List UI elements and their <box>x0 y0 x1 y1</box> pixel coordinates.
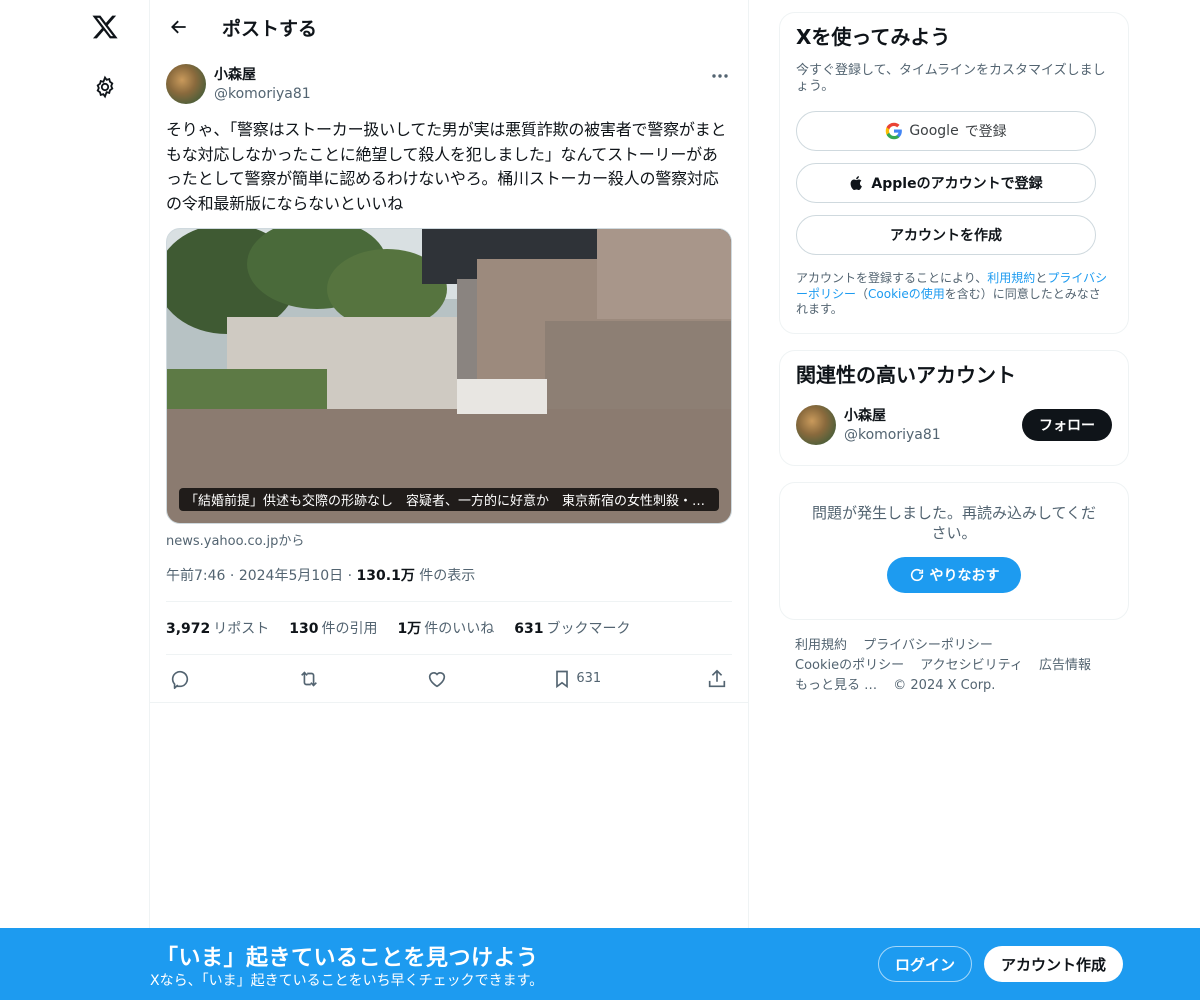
related-display-name[interactable]: 小森屋 <box>844 407 1022 425</box>
footer-link[interactable]: Cookieのポリシー <box>795 658 904 673</box>
login-button[interactable]: ログイン <box>878 946 972 982</box>
copyright: © 2024 X Corp. <box>893 678 996 693</box>
apple-signup-label: Appleのアカウントで登録 <box>871 176 1043 192</box>
bookmarks-count: 631 <box>514 621 544 637</box>
footer-link[interactable]: 利用規約 <box>795 638 847 653</box>
signup-card-title: Xを使ってみよう <box>796 25 951 49</box>
retry-label: やりなおす <box>929 568 1000 584</box>
post-text: そりゃ、「警察はストーカー扱いしてた男が実は悪質詐欺の被害者で警察がまともな対応… <box>166 120 727 213</box>
google-icon <box>886 122 903 140</box>
meta-separator: · <box>347 568 353 584</box>
quotes-stat[interactable]: 130 件の引用 <box>289 618 377 638</box>
follow-button[interactable]: フォロー <box>1022 409 1112 441</box>
terms-paren: （ <box>856 286 869 301</box>
footer-link-more[interactable]: もっと見る … <box>795 678 877 693</box>
footer-link[interactable]: プライバシーポリシー <box>863 638 993 653</box>
more-options-icon[interactable] <box>708 66 732 86</box>
likes-stat[interactable]: 1万 件のいいね <box>398 618 495 638</box>
likes-label: 件のいいね <box>424 621 495 637</box>
related-title: 関連性の高いアカウント <box>796 363 1016 387</box>
x-logo-icon[interactable] <box>88 10 122 44</box>
signup-button[interactable]: アカウント作成 <box>984 946 1123 982</box>
terms-and: と <box>1035 271 1048 285</box>
author-row: 小森屋 @komoriya81 <box>166 64 732 106</box>
banner-title: 「いま」起きていることを見つけよう <box>156 946 539 971</box>
views-label: 件の表示 <box>419 568 476 584</box>
right-sidebar: Xを使ってみよう 今すぐ登録して、タイムラインをカスタマイズしましょう。 Goo… <box>779 12 1129 696</box>
share-button[interactable] <box>706 668 728 690</box>
bookmark-icon <box>556 670 569 688</box>
action-bar: 631 <box>150 655 748 703</box>
bookmarks-label: ブックマーク <box>546 621 631 637</box>
cookie-link[interactable]: Cookieの使用 <box>868 287 945 301</box>
reposts-count: 3,972 <box>166 621 211 637</box>
signup-card-subtitle: 今すぐ登録して、タイムラインをカスタマイズしましょう。 <box>796 63 1106 94</box>
post-date[interactable]: 2024年5月10日 <box>239 568 343 584</box>
source-link[interactable]: news.yahoo.co.jpから <box>166 530 732 549</box>
avatar[interactable] <box>166 64 206 104</box>
reposts-label: リポスト <box>213 621 270 637</box>
post-meta: 午前7:46 · 2024年5月10日 · 130.1万 件の表示 <box>166 565 732 602</box>
bookmark-button[interactable]: 631 <box>552 668 601 690</box>
login-banner: 「いま」起きていることを見つけよう Xなら、「いま」起きていることをいち早くチェ… <box>0 928 1200 1000</box>
post-stats: 3,972 リポスト 130 件の引用 1万 件のいいね 631 ブックマーク <box>166 602 732 655</box>
refresh-icon <box>910 568 923 582</box>
footer-links: 利用規約 プライバシーポリシー Cookieのポリシー アクセシビリティ 広告情… <box>779 636 1129 696</box>
quotes-count: 130 <box>289 621 319 637</box>
google-signup-suffix: で登録 <box>964 124 1007 140</box>
error-message: 問題が発生しました。再読み込みしてください。 <box>811 504 1097 542</box>
repost-button[interactable] <box>297 668 321 690</box>
media-card[interactable]: 「結婚前提」供述も交際の形跡なし 容疑者、一方的に好意か 東京新宿の女性刺殺・警… <box>166 228 732 524</box>
reposts-stat[interactable]: 3,972 リポスト <box>166 618 269 638</box>
terms-pre: アカウントを登録することにより、 <box>796 271 988 285</box>
page-title: ポストする <box>222 17 318 40</box>
reply-icon <box>171 670 189 689</box>
post-time[interactable]: 午前7:46 <box>166 568 225 584</box>
left-rail <box>0 0 150 1000</box>
apple-icon <box>851 176 863 191</box>
gear-icon[interactable] <box>90 72 120 102</box>
author-display-name[interactable]: 小森屋 <box>214 66 311 84</box>
author-handle[interactable]: @komoriya81 <box>214 84 311 104</box>
main-column: ポストする 小森屋 @komoriya81 そりゃ、「警察はストーカー扱いしてた… <box>150 0 749 1000</box>
related-accounts-card: 関連性の高いアカウント 小森屋 @komoriya81 フォロー <box>779 350 1129 466</box>
like-button[interactable] <box>426 668 448 690</box>
retry-button[interactable]: やりなおす <box>887 557 1021 593</box>
author-names: 小森屋 @komoriya81 <box>214 64 311 104</box>
heart-icon <box>428 671 445 687</box>
banner-subtitle: Xなら、「いま」起きていることをいち早くチェックできます。 <box>150 973 544 989</box>
create-account-label: アカウントを作成 <box>890 228 1002 244</box>
apple-signup-button[interactable]: Appleのアカウントで登録 <box>796 163 1096 203</box>
terms-text: アカウントを登録することにより、利用規約とプライバシーポリシー（Cookieの使… <box>796 271 1112 318</box>
signup-card: Xを使ってみよう 今すぐ登録して、タイムラインをカスタマイズしましょう。 Goo… <box>779 12 1129 334</box>
news-photo <box>167 229 731 523</box>
media-caption: 「結婚前提」供述も交際の形跡なし 容疑者、一方的に好意か 東京新宿の女性刺殺・警… <box>179 488 719 511</box>
post: 小森屋 @komoriya81 そりゃ、「警察はストーカー扱いしてた男が実は悪質… <box>150 64 748 703</box>
footer-link[interactable]: 広告情報 <box>1039 658 1091 673</box>
quotes-label: 件の引用 <box>321 621 378 637</box>
avatar[interactable] <box>796 405 836 445</box>
views-count: 130.1万 <box>356 568 415 584</box>
footer-link[interactable]: アクセシビリティ <box>920 658 1023 673</box>
repost-icon <box>300 670 317 687</box>
back-arrow-icon[interactable] <box>162 10 196 44</box>
google-signup-label: Google <box>909 123 959 139</box>
bookmark-count: 631 <box>576 671 602 686</box>
header: ポストする <box>150 0 748 54</box>
google-signup-button[interactable]: Google で登録 <box>796 111 1096 151</box>
create-account-button[interactable]: アカウントを作成 <box>796 215 1096 255</box>
likes-count: 1万 <box>397 621 422 637</box>
share-icon <box>708 669 726 687</box>
related-user-names: 小森屋 @komoriya81 <box>844 405 1022 445</box>
related-handle[interactable]: @komoriya81 <box>844 425 1022 445</box>
terms-link[interactable]: 利用規約 <box>987 271 1035 285</box>
related-user[interactable]: 小森屋 @komoriya81 フォロー <box>796 405 1112 445</box>
meta-separator: · <box>229 568 235 584</box>
reply-button[interactable] <box>170 668 192 690</box>
error-card: 問題が発生しました。再読み込みしてください。 やりなおす <box>779 482 1129 620</box>
bookmarks-stat[interactable]: 631 ブックマーク <box>514 618 630 638</box>
